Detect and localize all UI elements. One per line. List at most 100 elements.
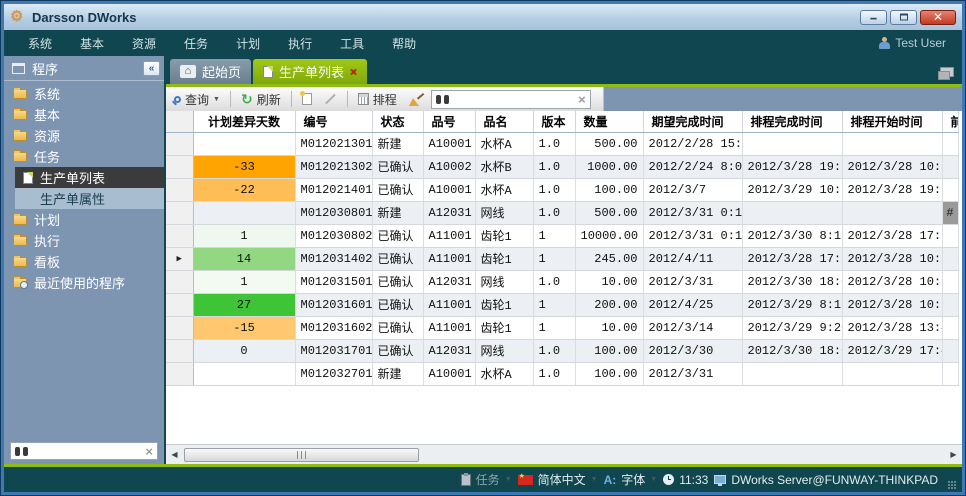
column-header-3[interactable]: 品号 (423, 111, 475, 132)
sidebar-item-5[interactable]: 生产单属性 (15, 188, 164, 209)
sidebar: 程序 « 系统基本资源任务生产单列表生产单属性计划执行看板最近使用的程序 × (4, 56, 164, 464)
cell-item_no: A12031 (423, 339, 475, 362)
grid-search-clear-icon[interactable]: × (578, 93, 586, 106)
cell-version: 1.0 (533, 178, 575, 201)
row-header-cell (166, 178, 193, 201)
cell-extra (942, 339, 958, 362)
sidebar-item-8[interactable]: 看板 (4, 251, 164, 272)
row-header-cell (166, 132, 193, 155)
cell-diff: -33 (193, 155, 295, 178)
column-header-10[interactable]: 前 (942, 111, 958, 132)
cell-diff: -15 (193, 316, 295, 339)
scroll-right-icon[interactable]: ▶ (947, 450, 960, 459)
table-row[interactable]: 0M012031701已确认A12031网线1.0100.002012/3/30… (166, 339, 958, 362)
menu-item-3[interactable]: 任务 (170, 31, 222, 56)
tab-strip: ⌂ 起始页 生产单列表 × (166, 56, 962, 84)
cell-item_name: 齿轮1 (475, 224, 533, 247)
sidebar-search-input[interactable] (28, 445, 145, 457)
column-header-0[interactable]: 计划差异天数 (193, 111, 295, 132)
cell-sched_start: 2012/3/28 10:52 (842, 247, 942, 270)
tab-production-order-list[interactable]: 生产单列表 × (253, 59, 367, 84)
sidebar-collapse-button[interactable]: « (143, 61, 160, 76)
server-status: DWorks Server@FUNWAY-THINKPAD (714, 473, 938, 487)
menu-item-7[interactable]: 帮助 (378, 31, 430, 56)
current-user[interactable]: Test User (879, 36, 952, 50)
table-row[interactable]: 1M012030802已确认A11001齿轮1110000.002012/3/3… (166, 224, 958, 247)
cell-extra (942, 132, 958, 155)
menu-item-1[interactable]: 基本 (66, 31, 118, 56)
font-icon: A: (604, 473, 617, 487)
cell-version: 1 (533, 247, 575, 270)
table-row[interactable]: -15M012031602已确认A11001齿轮1110.002012/3/14… (166, 316, 958, 339)
table-row[interactable]: M012021301新建A10001水杯A1.0500.002012/2/28 … (166, 132, 958, 155)
sidebar-item-4[interactable]: 生产单列表 (15, 167, 164, 188)
cell-sched_end (742, 201, 842, 224)
row-header-cell (166, 362, 193, 385)
user-icon (879, 37, 890, 49)
cascade-windows-icon[interactable] (940, 67, 954, 77)
table-row[interactable]: -22M012021401已确认A10001水杯A1.0100.002012/3… (166, 178, 958, 201)
document-icon (263, 66, 273, 78)
row-header-cell (166, 316, 193, 339)
close-button[interactable]: ✕ (920, 10, 956, 25)
column-header-7[interactable]: 期望完成时间 (643, 111, 742, 132)
cell-sched_start (842, 132, 942, 155)
new-button[interactable] (298, 91, 316, 107)
sidebar-item-1[interactable]: 基本 (4, 104, 164, 125)
restore-button[interactable] (890, 10, 917, 25)
scrollbar-track[interactable] (181, 448, 947, 462)
edit-button[interactable] (320, 96, 341, 102)
sidebar-search-clear-icon[interactable]: × (145, 445, 153, 458)
column-header-2[interactable]: 状态 (372, 111, 423, 132)
menu-item-2[interactable]: 资源 (118, 31, 170, 56)
language-menu[interactable]: 简体中文 ▼ (518, 471, 598, 488)
column-header-1[interactable]: 编号 (295, 111, 372, 132)
cell-expect: 2012/4/25 (643, 293, 742, 316)
font-menu[interactable]: A: 字体 ▼ (604, 471, 658, 488)
column-header-4[interactable]: 品名 (475, 111, 533, 132)
menu-item-0[interactable]: 系统 (14, 31, 66, 56)
sidebar-header: 程序 « (4, 56, 164, 81)
table-row[interactable]: ▶14M012031402已确认A11001齿轮11245.002012/4/1… (166, 247, 958, 270)
schedule-button[interactable]: 排程 (354, 89, 401, 110)
table-row[interactable]: 27M012031601已确认A11001齿轮11200.002012/4/25… (166, 293, 958, 316)
scroll-left-icon[interactable]: ◀ (168, 450, 181, 459)
cell-sched_end: 2012/3/29 10:20 (742, 178, 842, 201)
resize-grip[interactable] (948, 481, 956, 489)
cell-status: 已确认 (372, 224, 423, 247)
cell-expect: 2012/4/11 (643, 247, 742, 270)
table-row[interactable]: M012030801新建A12031网线1.0500.002012/3/31 0… (166, 201, 958, 224)
chevron-down-icon: ▼ (505, 476, 512, 483)
tab-close-icon[interactable]: × (350, 66, 357, 78)
sidebar-item-label: 生产单列表 (40, 168, 105, 187)
sidebar-item-0[interactable]: 系统 (4, 83, 164, 104)
sidebar-item-6[interactable]: 计划 (4, 209, 164, 230)
menu-item-4[interactable]: 计划 (222, 31, 274, 56)
sidebar-item-9[interactable]: 最近使用的程序 (4, 272, 164, 293)
cell-qty: 10.00 (575, 316, 643, 339)
cell-extra (942, 178, 958, 201)
grid-search-input[interactable] (453, 93, 574, 105)
tab-start-page[interactable]: ⌂ 起始页 (170, 59, 251, 84)
cell-extra (942, 155, 958, 178)
sidebar-item-3[interactable]: 任务 (4, 146, 164, 167)
minimize-button[interactable]: ━ (860, 10, 887, 25)
column-header-6[interactable]: 数量 (575, 111, 643, 132)
sidebar-item-2[interactable]: 资源 (4, 125, 164, 146)
task-menu[interactable]: 任务 ▼ (461, 471, 512, 488)
table-row[interactable]: -33M012021302已确认A10002水杯B1.01000.002012/… (166, 155, 958, 178)
query-button[interactable]: 查询 ▼ (170, 89, 224, 110)
clear-button[interactable] (405, 91, 427, 108)
sidebar-item-7[interactable]: 执行 (4, 230, 164, 251)
column-header-5[interactable]: 版本 (533, 111, 575, 132)
refresh-button[interactable]: ↻ 刷新 (237, 89, 285, 110)
column-header-9[interactable]: 排程开始时间 (842, 111, 942, 132)
menu-item-6[interactable]: 工具 (326, 31, 378, 56)
menu-item-5[interactable]: 执行 (274, 31, 326, 56)
scrollbar-thumb[interactable] (184, 448, 419, 462)
column-header-8[interactable]: 排程完成时间 (742, 111, 842, 132)
cell-expect: 2012/3/31 (643, 270, 742, 293)
table-row[interactable]: 1M012031501已确认A12031网线1.010.002012/3/312… (166, 270, 958, 293)
table-row[interactable]: M012032701新建A10001水杯A1.0100.002012/3/31 (166, 362, 958, 385)
binoculars-icon (436, 95, 449, 104)
